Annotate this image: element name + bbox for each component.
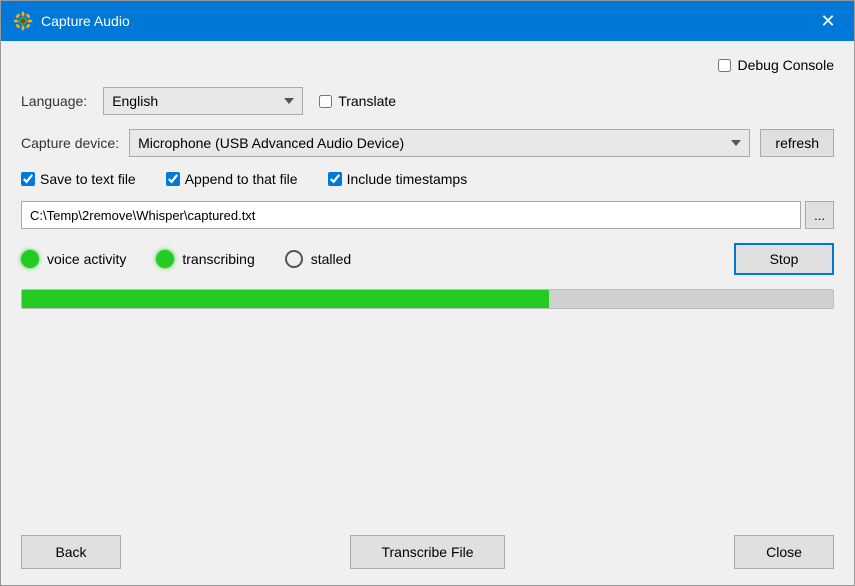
transcribe-file-button[interactable]: Transcribe File [350,535,504,569]
capture-device-label: Capture device: [21,135,119,151]
content-area: Debug Console Language: English Translat… [1,41,854,527]
back-button[interactable]: Back [21,535,121,569]
append-to-file-label[interactable]: Append to that file [185,171,298,187]
translate-row: Translate [319,93,396,109]
transcribing-status: transcribing [156,250,254,268]
append-to-file-checkbox[interactable] [166,172,180,186]
browse-button[interactable]: ... [805,201,834,229]
status-row: voice activity transcribing stalled Stop [21,243,834,275]
include-timestamps-checkbox[interactable] [328,172,342,186]
main-window: Capture Audio ✕ Debug Console Language: … [0,0,855,586]
save-to-text-file-item: Save to text file [21,171,136,187]
debug-console-checkbox[interactable] [718,59,731,72]
language-label: Language: [21,93,87,109]
voice-activity-indicator [21,250,39,268]
save-to-text-file-label[interactable]: Save to text file [40,171,136,187]
capture-device-select[interactable]: Microphone (USB Advanced Audio Device) [129,129,750,157]
close-button[interactable]: Close [734,535,834,569]
debug-console-label[interactable]: Debug Console [737,57,834,73]
save-to-text-file-checkbox[interactable] [21,172,35,186]
stop-button[interactable]: Stop [734,243,834,275]
stalled-label: stalled [311,251,351,267]
translate-label[interactable]: Translate [338,93,396,109]
voice-activity-label: voice activity [47,251,126,267]
stalled-status: stalled [285,250,351,268]
language-select[interactable]: English [103,87,303,115]
capture-device-row: Capture device: Microphone (USB Advanced… [21,129,834,157]
title-bar: Capture Audio ✕ [1,1,854,41]
translate-checkbox[interactable] [319,95,332,108]
debug-console-row: Debug Console [21,57,834,73]
include-timestamps-label[interactable]: Include timestamps [347,171,468,187]
language-row: Language: English Translate [21,87,834,115]
append-to-file-item: Append to that file [166,171,298,187]
progress-bar-fill [22,290,549,308]
bottom-buttons-row: Back Transcribe File Close [1,527,854,585]
transcribing-indicator [156,250,174,268]
refresh-button[interactable]: refresh [760,129,834,157]
file-path-row: ... [21,201,834,229]
close-window-button[interactable]: ✕ [814,7,842,35]
include-timestamps-item: Include timestamps [328,171,468,187]
sunflower-icon [13,11,33,31]
voice-activity-status: voice activity [21,250,126,268]
checkboxes-row: Save to text file Append to that file In… [21,171,834,187]
transcribing-label: transcribing [182,251,254,267]
progress-bar-container [21,289,834,309]
stalled-indicator [285,250,303,268]
file-path-input[interactable] [21,201,801,229]
window-title: Capture Audio [41,13,130,29]
title-bar-left: Capture Audio [13,11,130,31]
